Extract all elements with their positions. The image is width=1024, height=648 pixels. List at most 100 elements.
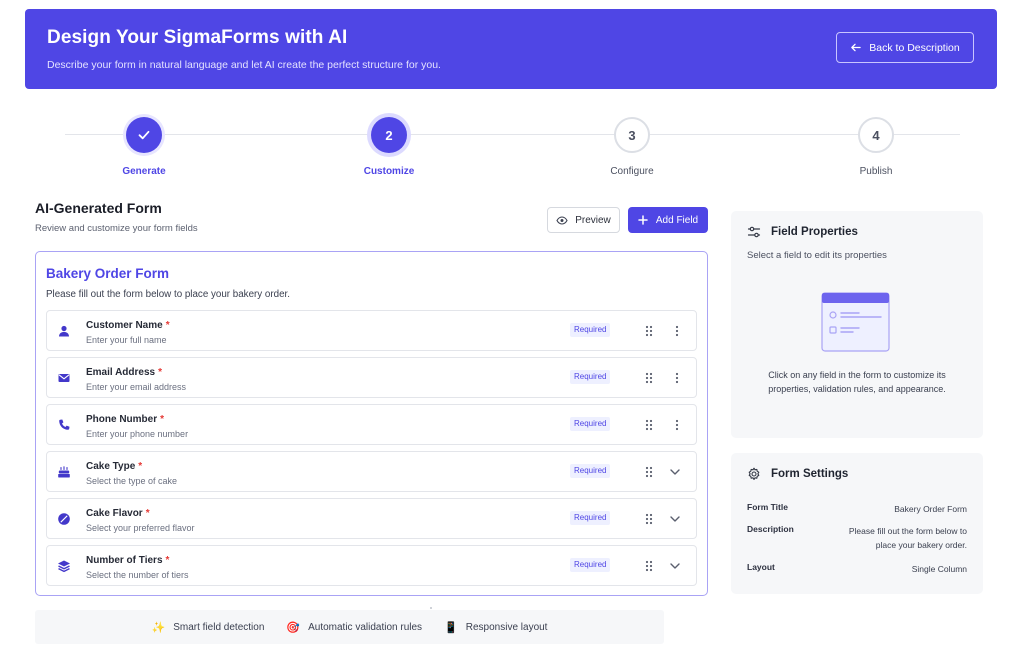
step-circle-done — [126, 117, 162, 153]
setting-key: Layout — [747, 562, 775, 572]
field-properties-panel: Field Properties Select a field to edit … — [731, 211, 983, 438]
form-canvas: Bakery Order Form Please fill out the fo… — [35, 251, 708, 596]
step-publish[interactable]: 4 Publish — [816, 117, 936, 177]
field-placeholder: Select the number of tiers — [86, 570, 189, 580]
drag-handle-icon[interactable] — [644, 466, 654, 478]
feature-label: Smart field detection — [173, 621, 265, 633]
step-label: Configure — [610, 166, 654, 177]
drag-handle-icon[interactable] — [644, 325, 654, 337]
section-title: AI-Generated Form — [35, 200, 162, 216]
panel-title: Field Properties — [771, 226, 858, 238]
field-label: Number of Tiers — [86, 555, 163, 566]
field-row-cake-type[interactable]: Cake Type * Select the type of cake Requi… — [46, 451, 697, 492]
panel-instructions: Click on any field in the form to custom… — [768, 370, 946, 394]
step-circle-active: 2 — [371, 117, 407, 153]
step-customize[interactable]: 2 Customize — [329, 117, 449, 177]
target-icon: 🎯 — [286, 621, 301, 634]
form-description[interactable]: Please fill out the form below to place … — [46, 289, 697, 300]
plus-icon — [638, 215, 648, 225]
flavor-icon — [57, 512, 71, 526]
drag-handle-icon[interactable] — [644, 419, 654, 431]
back-button-label: Back to Description — [869, 41, 960, 54]
step-generate[interactable]: Generate — [84, 117, 204, 177]
chevron-down-icon[interactable] — [669, 561, 681, 571]
step-label: Publish — [859, 166, 893, 177]
setting-key: Description — [747, 524, 794, 534]
field-placeholder: Enter your email address — [86, 382, 187, 392]
field-placeholder: Select your preferred flavor — [86, 523, 195, 533]
user-icon — [57, 324, 71, 338]
more-vertical-icon[interactable] — [674, 419, 680, 431]
scroll-indicator — [430, 607, 432, 609]
required-star: * — [160, 414, 165, 425]
field-label: Phone Number — [86, 414, 158, 425]
sliders-icon — [747, 226, 761, 238]
setting-value: Please fill out the form below to place … — [848, 526, 967, 550]
phone-icon — [57, 418, 71, 432]
required-star: * — [158, 367, 163, 378]
step-circle-pending: 3 — [614, 117, 650, 153]
add-field-button[interactable]: Add Field — [628, 207, 708, 233]
step-label: Generate — [122, 166, 166, 177]
field-row-email-address[interactable]: Email Address * Enter your email address … — [46, 357, 697, 398]
field-row-number-of-tiers[interactable]: Number of Tiers * Select the number of ti… — [46, 545, 697, 586]
feature-item: 📱 Responsive layout — [444, 621, 547, 634]
setting-value: Bakery Order Form — [894, 504, 967, 514]
preview-label: Preview — [575, 214, 611, 226]
feature-item: ✨ Smart field detection — [152, 621, 265, 634]
mobile-phone-icon: 📱 — [444, 621, 458, 634]
required-star: * — [138, 461, 143, 472]
mail-icon — [57, 371, 71, 385]
required-badge: Required — [570, 464, 611, 478]
field-label: Email Address — [86, 367, 156, 378]
panel-header: Field Properties — [747, 225, 858, 239]
layers-icon — [57, 559, 71, 573]
back-to-description-button[interactable]: Back to Description — [836, 32, 974, 63]
field-row-phone-number[interactable]: Phone Number * Enter your phone number Re… — [46, 404, 697, 445]
required-star: * — [145, 508, 150, 519]
preview-button[interactable]: Preview — [547, 207, 620, 233]
field-placeholder: Enter your phone number — [86, 429, 189, 439]
field-label: Cake Type — [86, 461, 136, 472]
eye-icon — [556, 215, 568, 225]
step-circle-pending: 4 — [858, 117, 894, 153]
required-badge: Required — [570, 323, 611, 337]
header-banner: Design Your SigmaForms with AI Describe … — [25, 9, 997, 89]
form-title[interactable]: Bakery Order Form — [46, 266, 697, 281]
more-vertical-icon[interactable] — [674, 372, 680, 384]
section-subtitle: Review and customize your form fields — [35, 223, 198, 234]
cake-icon — [57, 465, 71, 479]
drag-handle-icon[interactable] — [644, 372, 654, 384]
drag-handle-icon[interactable] — [644, 560, 654, 572]
setting-key: Form Title — [747, 502, 788, 512]
required-badge: Required — [570, 511, 611, 525]
chevron-down-icon[interactable] — [669, 514, 681, 524]
required-badge: Required — [570, 370, 611, 384]
field-label: Cake Flavor — [86, 508, 143, 519]
form-illustration-icon — [821, 292, 890, 352]
form-settings-panel: Form Settings Form Title Bakery Order Fo… — [731, 453, 983, 594]
required-badge: Required — [570, 558, 611, 572]
more-vertical-icon[interactable] — [674, 325, 680, 337]
gear-icon — [748, 467, 760, 480]
progress-stepper: Generate 2 Customize 3 Configure 4 Publi… — [60, 114, 960, 184]
panel-subtitle: Select a field to edit its properties — [747, 250, 887, 261]
field-row-customer-name[interactable]: Customer Name * Enter your full name Requ… — [46, 310, 697, 351]
field-row-cake-flavor[interactable]: Cake Flavor * Select your preferred flavo… — [46, 498, 697, 539]
feature-label: Automatic validation rules — [308, 621, 423, 633]
step-configure[interactable]: 3 Configure — [572, 117, 692, 177]
field-placeholder: Select the type of cake — [86, 476, 178, 486]
feature-item: 🎯 Automatic validation rules — [286, 621, 422, 634]
feature-highlights: ✨ Smart field detection 🎯 Automatic vali… — [35, 610, 664, 644]
panel-header: Form Settings — [747, 467, 848, 481]
panel-title: Form Settings — [771, 468, 849, 480]
step-label: Customize — [363, 166, 415, 177]
add-field-label: Add Field — [655, 214, 699, 226]
check-icon — [138, 130, 150, 140]
feature-label: Responsive layout — [465, 621, 548, 633]
drag-handle-icon[interactable] — [644, 513, 654, 525]
required-star: * — [165, 320, 170, 331]
field-placeholder: Enter your full name — [86, 335, 167, 345]
setting-value: Single Column — [911, 564, 967, 574]
chevron-down-icon[interactable] — [669, 467, 681, 477]
